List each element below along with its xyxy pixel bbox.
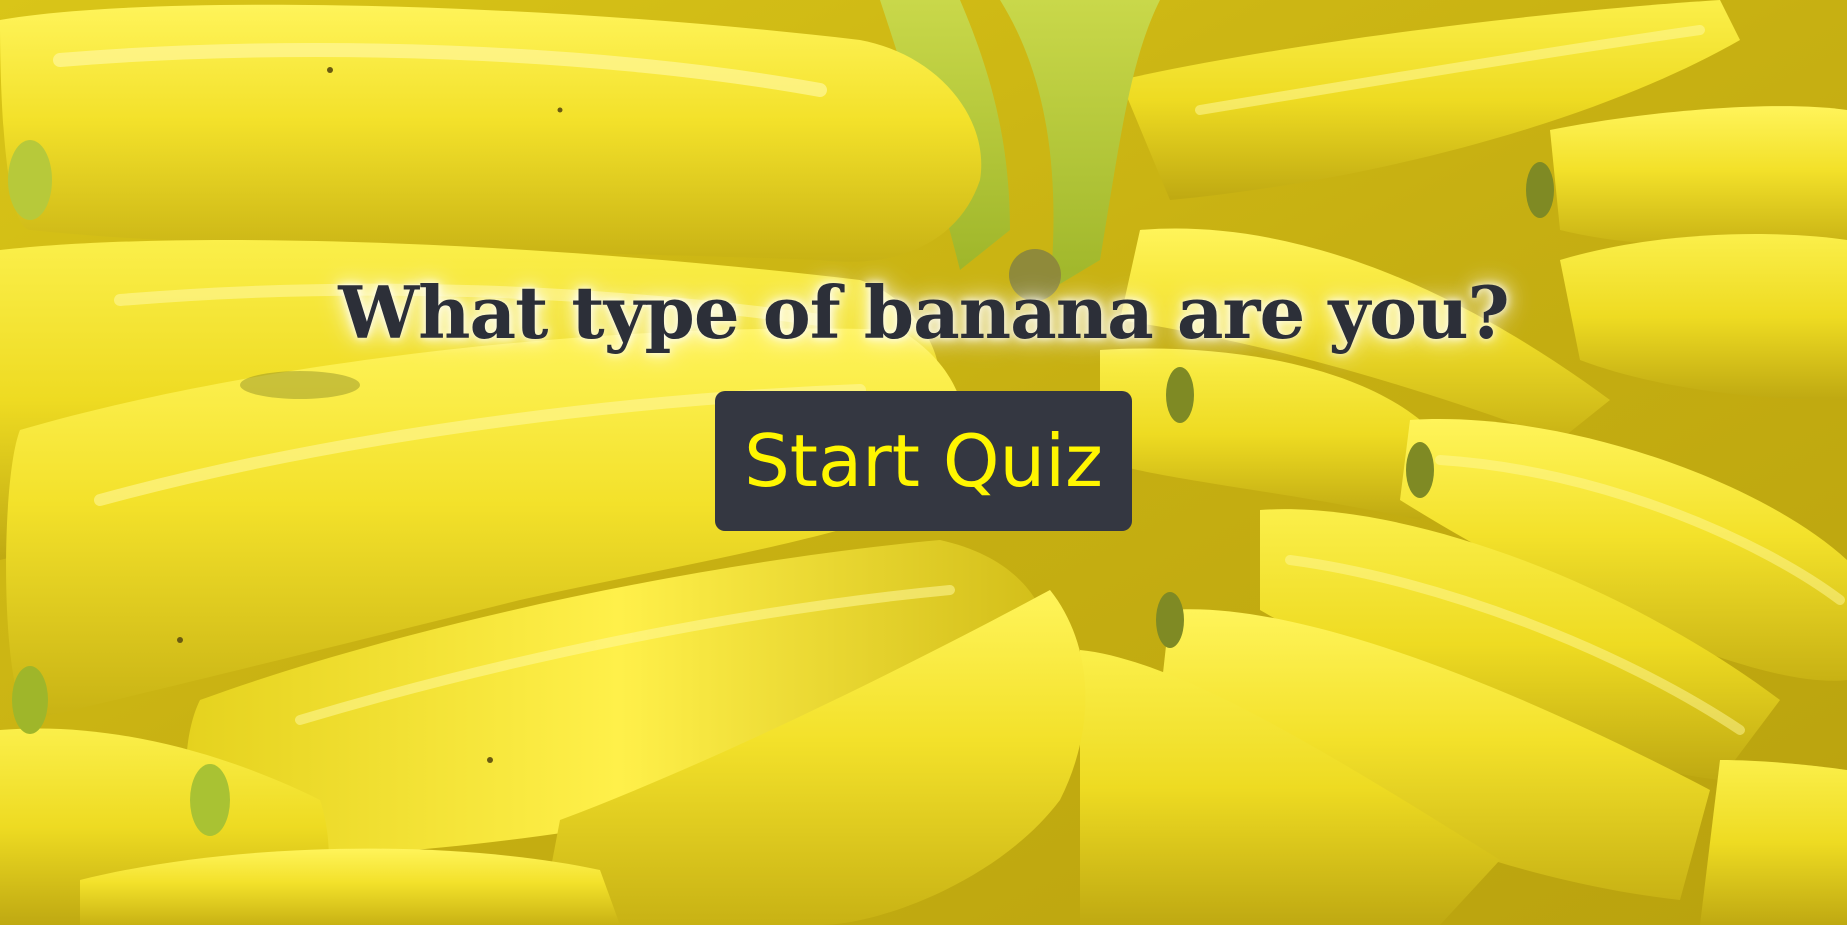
- page-title: What type of banana are you?: [338, 270, 1509, 355]
- content-overlay: What type of banana are you? Start Quiz: [0, 0, 1847, 925]
- start-quiz-button[interactable]: Start Quiz: [715, 391, 1132, 531]
